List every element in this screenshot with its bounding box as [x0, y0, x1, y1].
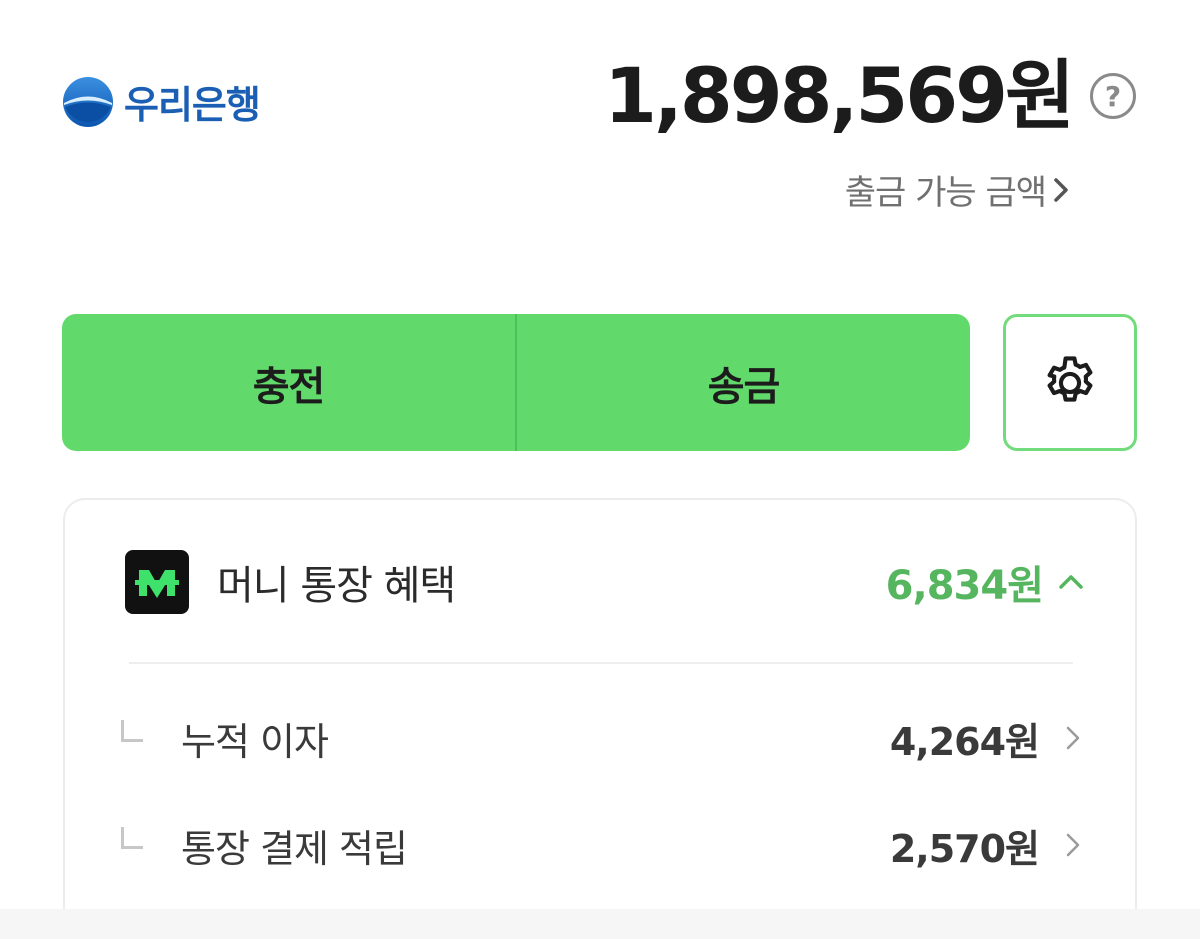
withdrawable-amount-link[interactable]: 출금 가능 금액: [845, 165, 1070, 214]
benefits-total: 6,834원: [886, 553, 1085, 611]
chevron-right-icon: [1066, 833, 1080, 857]
action-button-group: 충전 송금: [62, 314, 970, 451]
chevron-right-icon: [1066, 726, 1080, 750]
chevron-up-icon[interactable]: [1057, 573, 1085, 591]
benefit-value: 2,570원: [889, 826, 1040, 871]
tree-branch-icon: [121, 720, 143, 742]
settings-button[interactable]: [1003, 314, 1137, 451]
benefits-title: 머니 통장 혜택: [217, 563, 456, 609]
gear-icon: [1047, 355, 1093, 402]
balance-amount: 1,898,569원: [604, 51, 1075, 140]
benefit-row-payment-points[interactable]: 통장 결제 적립 2,570원: [121, 815, 1081, 875]
tree-branch-icon: [121, 827, 143, 849]
money-account-benefits-card: 머니 통장 혜택 6,834원 누적 이자 4,264원 통장 결제 적립 2,…: [63, 498, 1137, 939]
benefits-header[interactable]: 머니 통장 혜택 6,834원: [125, 550, 1085, 614]
chevron-right-icon: [1054, 177, 1068, 202]
help-icon[interactable]: ?: [1090, 73, 1136, 119]
benefit-value: 4,264원: [889, 719, 1040, 764]
bank-brand: 우리은행: [62, 74, 261, 129]
card-divider: [129, 662, 1073, 664]
benefit-label: 누적 이자: [181, 719, 329, 764]
transfer-button[interactable]: 송금: [517, 314, 970, 451]
withdrawable-amount-label: 출금 가능 금액: [844, 173, 1047, 213]
benefits-total-amount: 6,834원: [885, 563, 1044, 609]
bottom-edge: [0, 909, 1200, 939]
benefit-row-interest[interactable]: 누적 이자 4,264원: [121, 708, 1081, 768]
charge-button[interactable]: 충전: [62, 314, 515, 451]
balance-area: 1,898,569원 ?: [604, 58, 1136, 134]
bank-name: 우리은행: [124, 83, 261, 127]
wallet-screen: 우리은행 1,898,569원 ? 출금 가능 금액 충전 송금 머니 통장 혜…: [0, 0, 1200, 939]
m-logo-icon: [125, 550, 189, 614]
bank-logo-icon: [63, 76, 113, 127]
benefit-label: 통장 결제 적립: [181, 826, 408, 871]
